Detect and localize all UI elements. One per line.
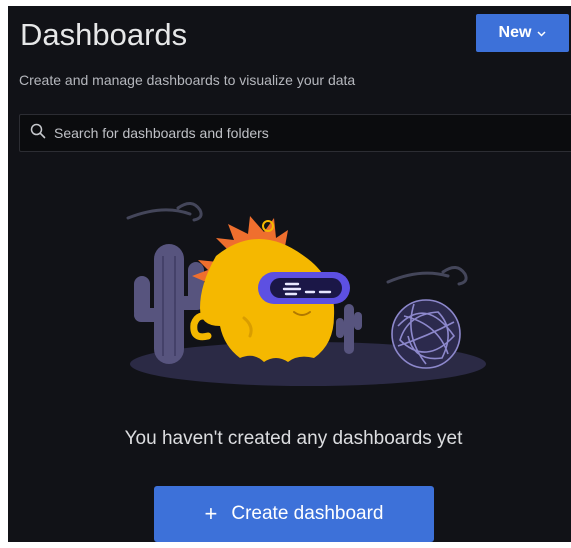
create-dashboard-label: Create dashboard — [231, 503, 384, 524]
page-frame: Dashboards New Create and manage dashboa… — [0, 0, 571, 548]
chevron-down-icon — [537, 29, 546, 40]
create-dashboard-button[interactable]: + Create dashboard — [154, 486, 434, 542]
search-field[interactable] — [19, 114, 571, 152]
page-title: Dashboards — [20, 17, 188, 52]
new-button-label: New — [498, 24, 532, 41]
wind-swirl-left — [126, 208, 192, 220]
empty-state-message: You haven't created any dashboards yet — [124, 428, 463, 449]
new-button[interactable]: New — [476, 14, 569, 52]
empty-state-illustration — [126, 202, 486, 386]
tumbleweed-illustration — [391, 299, 461, 369]
plus-icon: + — [204, 501, 218, 526]
wind-swirl-right — [386, 271, 450, 284]
cactus-illustration — [134, 244, 204, 364]
mascot-illustration — [190, 216, 350, 362]
search-icon — [30, 123, 46, 144]
search-input[interactable] — [52, 124, 536, 142]
page-subtitle: Create and manage dashboards to visualiz… — [19, 72, 356, 88]
